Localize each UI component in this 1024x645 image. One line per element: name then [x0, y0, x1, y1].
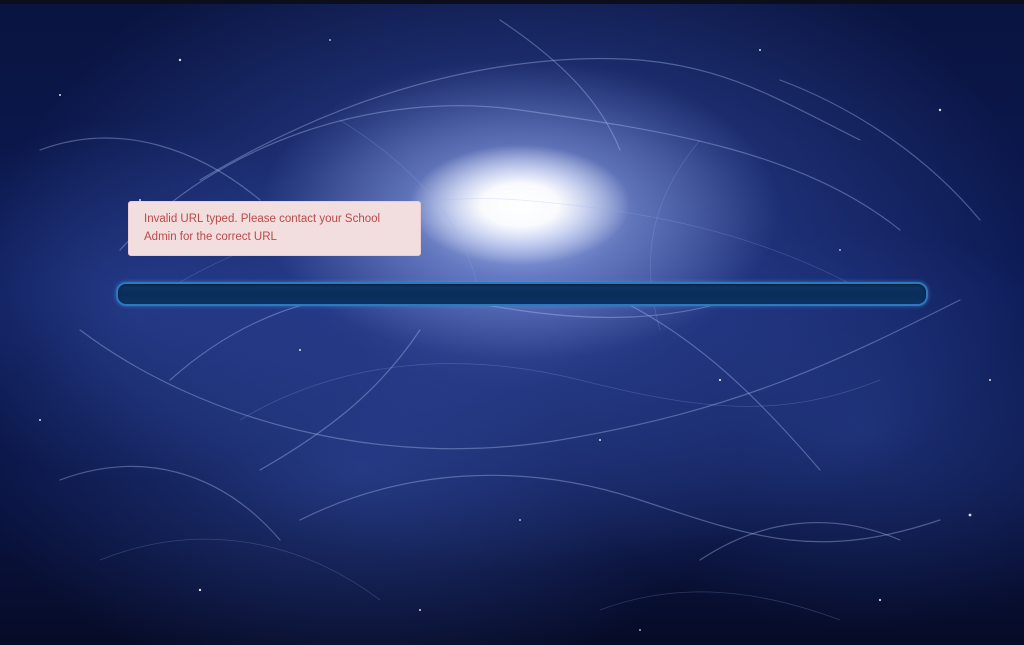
- top-edge-strip: [0, 0, 1024, 4]
- galaxy-filaments: [39, 19, 991, 631]
- url-input[interactable]: [116, 282, 928, 306]
- galaxy-background-image: [0, 0, 1024, 645]
- error-alert: Invalid URL typed. Please contact your S…: [128, 201, 421, 256]
- error-alert-message: Invalid URL typed. Please contact your S…: [144, 213, 381, 243]
